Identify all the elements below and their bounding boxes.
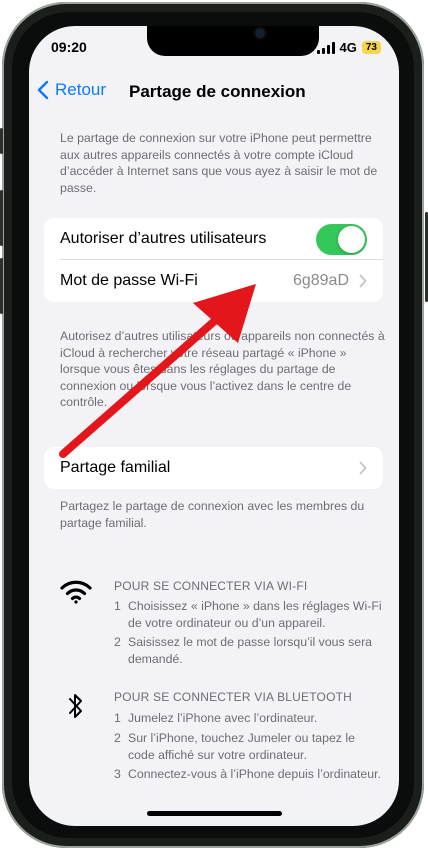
step-number: 2 — [114, 731, 121, 745]
bluetooth-step: 2 Sur l’iPhone, touchez Jumeler ou tapez… — [114, 730, 384, 763]
bluetooth-instructions-heading: POUR SE CONNECTER VIA BLUETOOTH — [114, 690, 353, 704]
status-time: 09:20 — [51, 39, 87, 55]
chevron-right-icon — [359, 274, 367, 288]
toggle-knob — [338, 226, 365, 253]
family-sharing-note: Partagez le partage de connexion avec le… — [60, 499, 365, 530]
chevron-right-icon — [359, 461, 367, 475]
step-number: 2 — [114, 635, 121, 649]
home-indicator — [147, 811, 282, 816]
wifi-icon — [60, 580, 92, 604]
notch — [147, 26, 319, 56]
page-title: Partage de connexion — [129, 82, 306, 101]
allow-others-row: Autoriser d’autres utilisateurs — [44, 218, 383, 260]
back-label: Retour — [55, 80, 107, 99]
step-text: Connectez-vous à l’iPhone depuis l’ordin… — [128, 767, 381, 781]
wifi-password-value: 6g89aD — [292, 272, 349, 289]
network-type: 4G — [339, 40, 357, 55]
chevron-left-icon — [37, 80, 49, 100]
status-indicators: 4G 73 — [316, 40, 381, 55]
navigation-bar: Retour Partage de connexion — [29, 80, 399, 110]
intro-description: Le partage de connexion sur votre iPhone… — [60, 131, 378, 195]
bluetooth-icon — [69, 694, 82, 718]
family-sharing-row[interactable]: Partage familial — [44, 447, 383, 489]
family-group: Partage familial — [44, 447, 383, 489]
screen: 09:20 4G 73 Retour Partage de connexion … — [29, 26, 399, 826]
side-button-left — [0, 258, 3, 314]
step-number: 3 — [114, 767, 121, 781]
wifi-step: 2 Saisissez le mot de passe lorsqu’il vo… — [114, 634, 384, 667]
battery-level: 73 — [365, 42, 377, 53]
camera — [255, 28, 265, 38]
step-text: Saisissez le mot de passe lorsqu’il vous… — [128, 635, 372, 666]
battery-icon: 73 — [361, 41, 381, 54]
step-number: 1 — [114, 599, 121, 613]
wifi-password-label: Mot de passe Wi-Fi — [60, 272, 198, 289]
side-button-left — [0, 128, 3, 154]
step-number: 1 — [114, 711, 121, 725]
bluetooth-step: 3 Connectez-vous à l’iPhone depuis l’ord… — [114, 766, 384, 783]
settings-group: Autoriser d’autres utilisateurs Mot de p… — [44, 218, 383, 302]
step-text: Sur l’iPhone, touchez Jumeler ou tapez l… — [128, 731, 355, 762]
allow-others-toggle[interactable] — [316, 224, 367, 255]
side-button-left — [0, 190, 3, 246]
wifi-instructions-heading: POUR SE CONNECTER VIA WI-FI — [114, 579, 308, 593]
bluetooth-step: 1 Jumelez l’iPhone avec l’ordinateur. — [114, 710, 384, 727]
allow-others-label: Autoriser d’autres utilisateurs — [60, 230, 267, 247]
wifi-step: 1 Choisissez « iPhone » dans les réglage… — [114, 598, 384, 631]
allow-others-note: Autorisez d’autres utilisateurs ou appar… — [60, 329, 385, 409]
family-sharing-label: Partage familial — [60, 459, 171, 476]
step-text: Choisissez « iPhone » dans les réglages … — [128, 599, 382, 630]
wifi-password-row[interactable]: Mot de passe Wi-Fi 6g89aD — [44, 260, 383, 302]
back-button[interactable]: Retour — [37, 80, 106, 100]
signal-icon — [316, 41, 335, 54]
step-text: Jumelez l’iPhone avec l’ordinateur. — [128, 711, 318, 725]
